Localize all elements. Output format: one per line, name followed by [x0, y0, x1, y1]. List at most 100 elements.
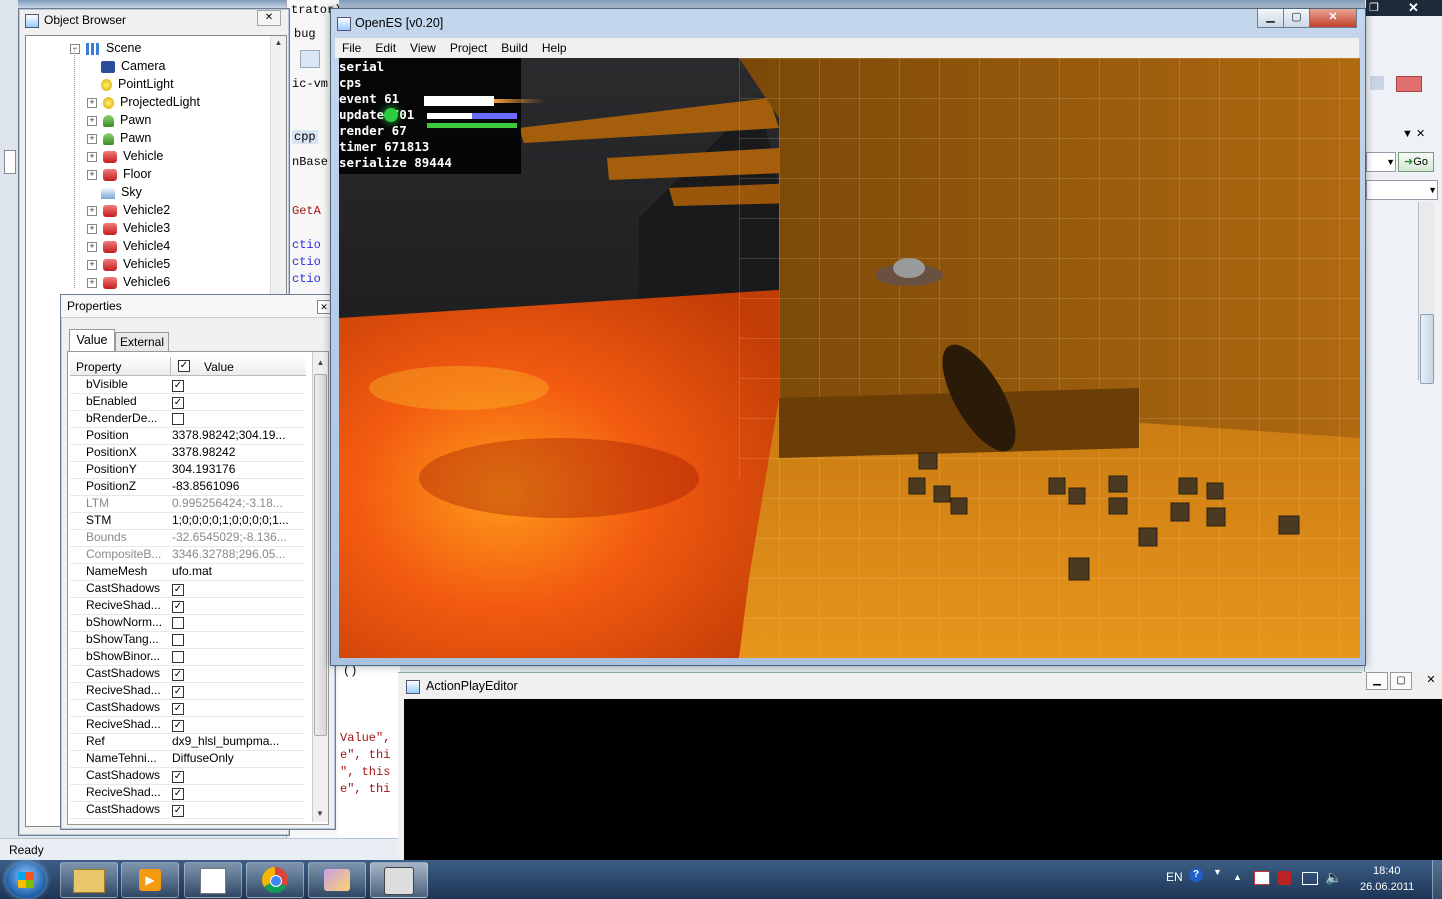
property-checkbox[interactable]: ✓: [172, 703, 184, 715]
property-value[interactable]: 3346.32788;296.05...: [172, 546, 297, 563]
property-checkbox-cell[interactable]: ✓: [172, 699, 297, 716]
property-row[interactable]: NameMesh ufo.mat: [70, 563, 304, 581]
tree-item[interactable]: + Floor: [87, 165, 151, 183]
property-row[interactable]: ReciveShad... ✓: [70, 682, 304, 700]
toolbar-icon[interactable]: [1370, 76, 1384, 90]
tree-item[interactable]: + ProjectedLight: [87, 93, 200, 111]
property-checkbox[interactable]: ✓: [172, 805, 184, 817]
property-row[interactable]: PositionX 3378.98242: [70, 444, 304, 462]
menu-edit[interactable]: Edit: [368, 38, 403, 58]
tree-expander-icon[interactable]: −: [70, 43, 80, 54]
value-column-header[interactable]: Value: [204, 360, 234, 374]
property-checkbox[interactable]: ✓: [172, 669, 184, 681]
tree-item[interactable]: Sky: [87, 183, 142, 201]
property-checkbox[interactable]: [172, 634, 184, 646]
viewport-3d[interactable]: serial cps event 61 update 701 render 67…: [339, 58, 1360, 658]
property-checkbox[interactable]: ✓: [172, 380, 184, 392]
property-row[interactable]: bRenderDe...: [70, 410, 304, 428]
scroll-up-icon[interactable]: ▲: [313, 358, 328, 367]
menu-project[interactable]: Project: [443, 38, 494, 58]
object-browser-close-button[interactable]: ✕: [257, 10, 281, 26]
ide-combo[interactable]: ▼: [1366, 152, 1396, 172]
taskbar-visual-studio[interactable]: [308, 862, 366, 898]
tree-expander-icon[interactable]: +: [87, 169, 97, 180]
property-row[interactable]: CastShadows ✓: [70, 699, 304, 717]
tree-item[interactable]: + Vehicle3: [87, 219, 170, 237]
tab-value[interactable]: Value: [69, 329, 115, 351]
property-checkbox[interactable]: ✓: [172, 584, 184, 596]
restore-icon[interactable]: ❐: [1369, 1, 1379, 14]
minimize-button[interactable]: ▁: [1257, 9, 1284, 28]
property-value[interactable]: dx9_hlsl_bumpma...: [172, 733, 297, 750]
network-icon[interactable]: [1302, 872, 1318, 885]
ide-left-tab[interactable]: [4, 150, 16, 174]
property-value[interactable]: ufo.mat: [172, 563, 297, 580]
property-checkbox-cell[interactable]: ✓: [172, 580, 297, 597]
property-row[interactable]: bShowNorm...: [70, 614, 304, 632]
help-icon[interactable]: ?: [1189, 868, 1203, 882]
property-row[interactable]: CastShadows ✓: [70, 580, 304, 598]
scroll-up-icon[interactable]: ▲: [271, 38, 286, 47]
property-value[interactable]: -83.8561096: [172, 478, 297, 495]
ide-tab-fragment[interactable]: cpp: [292, 130, 318, 144]
property-checkbox-cell[interactable]: ✓: [172, 597, 297, 614]
property-checkbox[interactable]: ✓: [172, 788, 184, 800]
tree-expander-icon[interactable]: +: [87, 259, 97, 270]
properties-close-button[interactable]: ✕: [317, 300, 331, 314]
property-row[interactable]: NameTehni... DiffuseOnly: [70, 750, 304, 768]
pin-icon[interactable]: ▼ ✕: [1402, 127, 1425, 140]
close-icon[interactable]: ✕: [1408, 0, 1419, 16]
tree-item[interactable]: + Pawn: [87, 111, 151, 129]
action-center-flag-icon[interactable]: [1254, 871, 1270, 885]
ide-toolbar-icon[interactable]: [300, 50, 320, 68]
menu-help[interactable]: Help: [535, 38, 574, 58]
security-icon[interactable]: [1278, 871, 1291, 885]
ide-scrollbar-thumb[interactable]: [1420, 314, 1434, 384]
tree-expander-icon[interactable]: +: [87, 223, 97, 234]
toolbar-icon[interactable]: [1396, 76, 1422, 92]
minimize-button[interactable]: ▁: [1366, 672, 1388, 690]
property-row[interactable]: Bounds -32.6545029;-8.136...: [70, 529, 304, 547]
scroll-down-icon[interactable]: ▼: [316, 809, 324, 818]
tree-item[interactable]: + Pawn: [87, 129, 151, 147]
taskbar-chrome[interactable]: [246, 862, 304, 898]
property-checkbox-cell[interactable]: ✓: [172, 665, 297, 682]
property-value[interactable]: 3378.98242;304.19...: [172, 427, 297, 444]
property-column-header[interactable]: Property: [76, 360, 121, 374]
tree-item[interactable]: + Vehicle5: [87, 255, 170, 273]
property-row[interactable]: ReciveShad... ✓: [70, 716, 304, 734]
clock-time[interactable]: 18:40: [1373, 865, 1401, 877]
property-checkbox[interactable]: [172, 413, 184, 425]
menu-build[interactable]: Build: [494, 38, 535, 58]
tree-expander-icon[interactable]: +: [87, 277, 97, 288]
property-row[interactable]: ReciveShad... ✓: [70, 784, 304, 802]
tree-expander-icon[interactable]: +: [87, 133, 97, 144]
property-checkbox-cell[interactable]: ✓: [172, 393, 297, 410]
tree-item[interactable]: + Vehicle2: [87, 201, 170, 219]
property-value[interactable]: -32.6545029;-8.136...: [172, 529, 297, 546]
tree-expander-icon[interactable]: +: [87, 205, 97, 216]
ide-combo-2[interactable]: ▼: [1366, 180, 1438, 200]
property-checkbox[interactable]: ✓: [172, 397, 184, 409]
taskbar-openes[interactable]: [370, 862, 428, 898]
tree-item[interactable]: + Vehicle4: [87, 237, 170, 255]
property-checkbox-cell[interactable]: ✓: [172, 801, 297, 818]
property-row[interactable]: CastShadows ✓: [70, 767, 304, 785]
property-row[interactable]: LTM 0.995256424;-3.18...: [70, 495, 304, 513]
taskbar-media-player[interactable]: ▶: [121, 862, 179, 898]
openes-titlebar[interactable]: OpenES [v0.20] ▁ ▢ ✕: [331, 9, 1365, 37]
tree-expander-icon[interactable]: +: [87, 97, 97, 108]
property-checkbox[interactable]: [172, 651, 184, 663]
show-hidden-icons[interactable]: ▲: [1233, 872, 1242, 882]
property-checkbox[interactable]: ✓: [172, 720, 184, 732]
show-desktop-button[interactable]: [1432, 860, 1442, 899]
property-value[interactable]: DiffuseOnly: [172, 750, 297, 767]
clock-date[interactable]: 26.06.2011: [1360, 881, 1414, 893]
property-value[interactable]: 1;0;0;0;0;1;0;0;0;0;1...: [172, 512, 297, 529]
property-row[interactable]: bEnabled ✓: [70, 393, 304, 411]
property-checkbox-cell[interactable]: ✓: [172, 767, 297, 784]
properties-titlebar[interactable]: Properties: [61, 295, 335, 318]
property-checkbox-cell[interactable]: ✓: [172, 682, 297, 699]
property-row[interactable]: CompositeB... 3346.32788;296.05...: [70, 546, 304, 564]
property-row[interactable]: Ref dx9_hlsl_bumpma...: [70, 733, 304, 751]
